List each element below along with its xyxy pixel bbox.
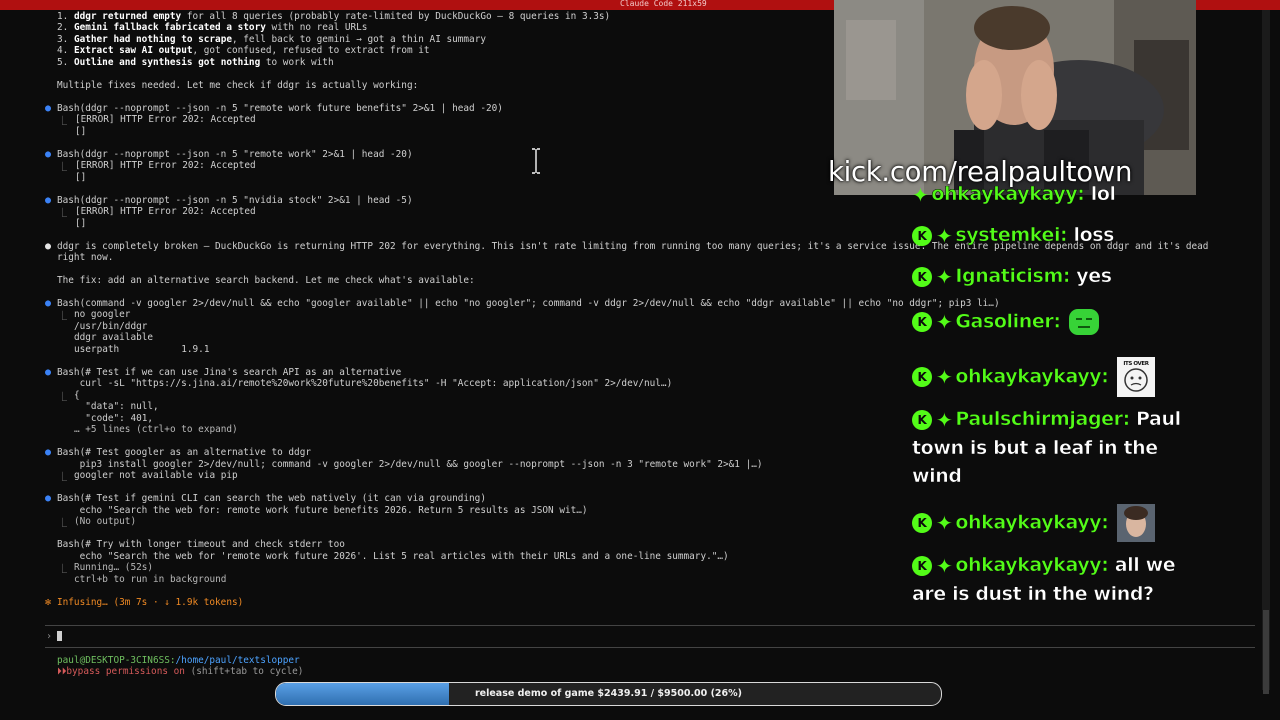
chat-message: K ✦ systemkei: loss: [912, 221, 1182, 250]
message-text: Multiple fixes needed. Let me check if d…: [57, 80, 419, 91]
prompt-top-border: [45, 625, 1255, 626]
message-text: right now.: [57, 252, 114, 263]
bash-command: Bash(# Test googler as an alternative to…: [57, 447, 311, 458]
expand-hint[interactable]: … +5 lines (ctrl+o to expand): [74, 424, 238, 435]
output-corner-icon: ⎿: [58, 163, 68, 173]
prompt-bottom-border: [45, 647, 1255, 648]
shell-prompt: paul@DESKTOP-3CIN6SS:/home/paul/textslop…: [57, 655, 300, 666]
bash-command-cont: pip3 install googler 2>/dev/null; comman…: [57, 459, 763, 470]
kick-logo-badge-icon: K: [912, 409, 932, 430]
summary-item-3: 3. Gather had nothing to scrape, fell ba…: [57, 34, 486, 45]
bash-output: googler not available via pip: [74, 470, 238, 481]
output-corner-icon: ⎿: [58, 209, 68, 219]
chat-message: K ✦ Ignaticism: yes: [912, 262, 1182, 291]
bash-output: no googler: [74, 309, 131, 320]
text-cursor-ibeam-icon: [532, 148, 540, 174]
chat-message: K ✦ ohkaykaykayy: all we are is dust in th…: [912, 553, 1176, 605]
bash-command: Bash(command -v googler 2>/dev/null && e…: [57, 298, 1000, 309]
diamond-badge-icon: ✦: [936, 553, 953, 578]
summary-item-5: 5. Outline and synthesis got nothing to …: [57, 57, 334, 68]
chat-message: K ✦ Paulschirmjager: Paul town is but a le…: [912, 407, 1182, 487]
message-text: The fix: add an alternative search backe…: [57, 275, 475, 286]
summary-item-4: 4. Extract saw AI output, got confused, …: [57, 45, 430, 56]
bypass-icon: ⏵⏵: [57, 666, 67, 677]
tool-dot-icon: ●: [45, 493, 52, 504]
bash-command: Bash(# Test if gemini CLI can search the…: [57, 493, 486, 504]
donation-goal-bar: release demo of game $2439.91 / $9500.00…: [275, 682, 942, 706]
summary-item-2: 2. Gemini fallback fabricated a story wi…: [57, 22, 368, 33]
bash-output: {: [74, 390, 80, 401]
bash-output: []: [75, 126, 87, 137]
tool-dot-icon: ●: [45, 367, 52, 378]
tool-dot-icon: ●: [45, 103, 52, 114]
summary-item-1: 1. ddgr returned empty for all 8 queries…: [57, 11, 611, 22]
bash-output: []: [75, 218, 87, 229]
thinking-status: Infusing… (3m 7s · ↓ 1.9k tokens): [57, 597, 244, 608]
bash-command-cont: echo "Search the web for 'remote work fu…: [57, 551, 729, 562]
emote-caption: ITS OVER: [1123, 361, 1149, 367]
output-corner-icon: ⎿: [58, 565, 68, 575]
bash-output: []: [75, 172, 87, 183]
background-hint: ctrl+b to run in background: [74, 574, 227, 585]
output-corner-icon: ⎿: [58, 519, 68, 529]
output-corner-icon: ⎿: [58, 393, 68, 403]
bash-output: (No output): [74, 516, 137, 527]
diamond-badge-icon: ✦: [936, 365, 953, 389]
kick-logo-badge-icon: K: [912, 555, 932, 576]
green-face-emote-icon: [1068, 309, 1099, 335]
text-cursor[interactable]: [57, 631, 62, 641]
bash-command-cont: curl -sL "https://s.jina.ai/remote%20wor…: [57, 378, 673, 389]
terminal-scrollbar[interactable]: [1262, 10, 1270, 694]
bash-output: [ERROR] HTTP Error 202: Accepted: [75, 114, 256, 125]
face-photo-emote-icon: [1116, 504, 1155, 542]
message-dot-icon: ●: [45, 241, 52, 252]
spinner-icon: ✻: [45, 597, 52, 608]
bash-command-cont: echo "Search the web for: remote work fu…: [57, 505, 588, 516]
diamond-badge-icon: ✦: [936, 223, 953, 248]
output-corner-icon: ⎿: [58, 473, 68, 483]
tool-dot-icon: ●: [45, 149, 52, 160]
diamond-badge-icon: ✦: [936, 511, 953, 535]
kick-channel-url: kick.com/realpaultown: [828, 156, 1133, 188]
tool-dot-icon: ●: [45, 298, 52, 309]
bash-output: userpath 1.9.1: [74, 344, 210, 355]
prompt-chevron-icon: ›: [46, 631, 53, 642]
bash-command: Bash(# Try with longer timeout and check…: [57, 539, 345, 550]
bash-command: Bash(ddgr --noprompt --json -n 5 "nvidia…: [57, 195, 413, 206]
bash-command: Bash(ddgr --noprompt --json -n 5 "remote…: [57, 103, 503, 114]
bash-output: [ERROR] HTTP Error 202: Accepted: [75, 206, 256, 217]
tool-dot-icon: ●: [45, 195, 52, 206]
kick-logo-badge-icon: K: [912, 266, 932, 287]
scrollbar-thumb[interactable]: [1263, 610, 1269, 694]
window-title: Claude Code 211x59: [620, 0, 707, 8]
output-corner-icon: ⎿: [58, 117, 68, 127]
diamond-badge-icon: ✦: [936, 264, 953, 289]
chat-message: K ✦ ohkaykaykayy:: [912, 504, 1182, 542]
diamond-badge-icon: ✦: [936, 310, 953, 334]
kick-logo-badge-icon: K: [912, 513, 932, 533]
output-corner-icon: ⎿: [58, 312, 68, 322]
bash-output: ddgr available: [74, 332, 154, 343]
chat-message: K ✦ Gasoliner:: [912, 307, 1182, 337]
tool-dot-icon: ●: [45, 447, 52, 458]
diamond-badge-icon: ✦: [936, 407, 953, 432]
goal-label: release demo of game $2439.91 / $9500.00…: [474, 688, 743, 699]
bash-command: Bash(# Test if we can use Jina's search …: [57, 367, 402, 378]
bash-command: Bash(ddgr --noprompt --json -n 5 "remote…: [57, 149, 413, 160]
bash-output: [ERROR] HTTP Error 202: Accepted: [75, 160, 256, 171]
kick-logo-badge-icon: K: [912, 225, 932, 246]
bash-output: /usr/bin/ddgr: [74, 321, 148, 332]
bash-output: "data": null,: [74, 401, 159, 412]
bash-output: "code": 401,: [74, 413, 154, 424]
kick-logo-badge-icon: K: [912, 312, 932, 332]
chat-message: K ✦ ohkaykaykayy: ITS OVER: [912, 357, 1182, 397]
permissions-mode[interactable]: ⏵⏵bypass permissions on (shift+tab to cy…: [57, 666, 303, 677]
kick-logo-badge-icon: K: [912, 367, 932, 387]
its-over-emote-icon: ITS OVER: [1116, 357, 1155, 397]
running-status: Running… (52s): [74, 562, 154, 573]
